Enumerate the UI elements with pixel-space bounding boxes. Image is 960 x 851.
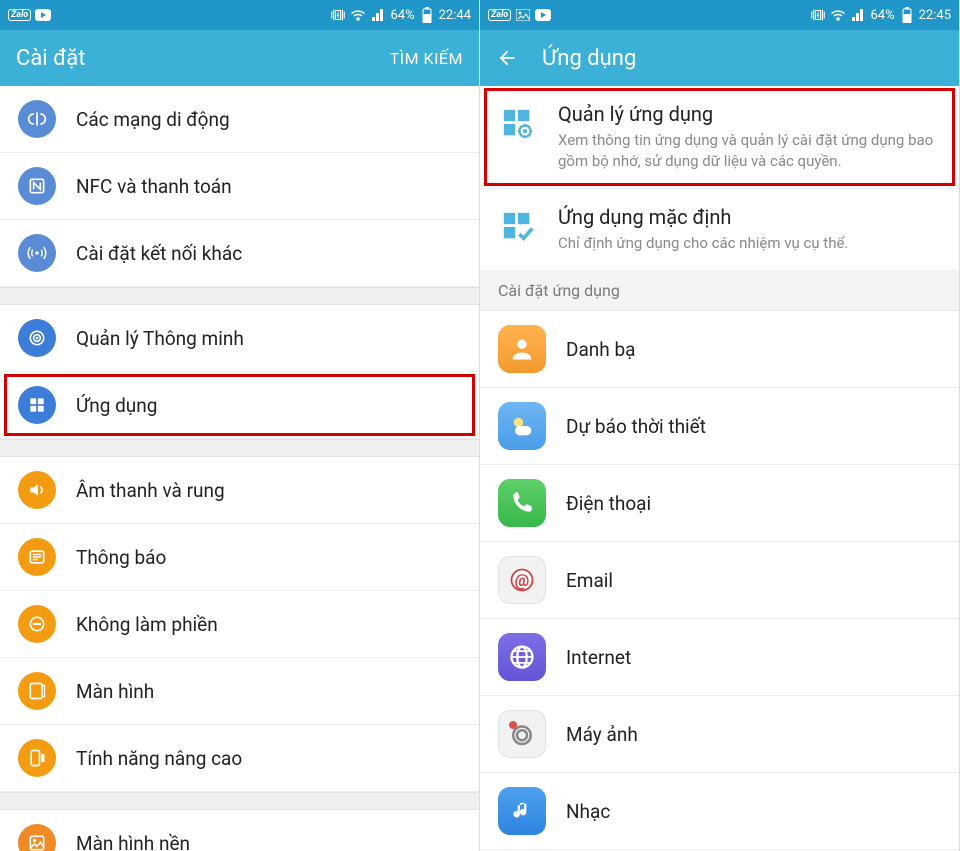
settings-item-label: NFC và thanh toán (76, 175, 232, 198)
settings-list: Các mạng di động NFC và thanh toán Cài đ… (0, 86, 479, 851)
settings-item-label: Màn hình nền (76, 832, 190, 851)
settings-item-label: Ứng dụng (76, 394, 157, 417)
app-item-label: Nhạc (566, 800, 610, 823)
music-icon (498, 787, 546, 835)
battery-icon (419, 7, 435, 23)
settings-item[interactable]: Âm thanh và rung (0, 457, 479, 524)
settings-item-label: Âm thanh và rung (76, 479, 225, 502)
app-item[interactable]: Điện thoại (480, 465, 959, 542)
settings-item[interactable]: Màn hình (0, 658, 479, 725)
status-bar: Zalo 64% 22:45 (480, 0, 959, 30)
app-item[interactable]: Máy ảnh (480, 696, 959, 773)
advanced-icon (18, 739, 56, 777)
clock-text: 22:45 (919, 8, 951, 23)
nfc-icon (18, 167, 56, 205)
app-item-label: Máy ảnh (566, 723, 638, 746)
settings-item[interactable]: Quản lý Thông minh (0, 305, 479, 372)
list-icon (18, 538, 56, 576)
zalo-icon: Zalo (488, 9, 511, 21)
wifi-icon (350, 7, 366, 23)
signal-icon (370, 7, 386, 23)
target-icon (18, 319, 56, 357)
settings-item-label: Cài đặt kết nối khác (76, 242, 242, 265)
dnd-icon (18, 605, 56, 643)
section-divider (0, 792, 479, 810)
app-item-label: Email (566, 569, 613, 592)
back-button[interactable] (496, 47, 518, 69)
search-action[interactable]: TÌM KIẾM (390, 49, 463, 68)
status-bar: Zalo 64% 22:44 (0, 0, 479, 30)
phone-icon (498, 479, 546, 527)
settings-item-label: Các mạng di động (76, 108, 230, 131)
settings-item[interactable]: Cài đặt kết nối khác (0, 220, 479, 287)
app-item[interactable]: @ Email (480, 542, 959, 619)
app-item-label: Dự báo thời thiết (566, 415, 706, 438)
app-bar: Cài đặt TÌM KIẾM (0, 30, 479, 86)
sound-icon (18, 471, 56, 509)
app-item[interactable]: Danh bạ (480, 311, 959, 388)
email-icon: @ (498, 556, 546, 604)
settings-item[interactable]: Ứng dụng (0, 372, 479, 439)
app-item[interactable]: Internet (480, 619, 959, 696)
item-title: Ứng dụng mặc định (558, 205, 941, 229)
page-title: Cài đặt (16, 46, 390, 71)
settings-item-label: Không làm phiền (76, 613, 218, 636)
signal-icon (850, 7, 866, 23)
apps-content: Quản lý ứng dụng Xem thông tin ứng dụng … (480, 86, 959, 851)
contact-icon (498, 325, 546, 373)
wifi-icon (830, 7, 846, 23)
globe-icon (498, 633, 546, 681)
settings-item[interactable]: Màn hình nền (0, 810, 479, 851)
broadcast-icon (18, 234, 56, 272)
zalo-icon: Zalo (8, 9, 31, 21)
app-bar: Ứng dụng (480, 30, 959, 86)
section-header: Cài đặt ứng dụng (480, 271, 959, 311)
screen-right: Zalo 64% 22:45 (480, 0, 960, 851)
display-icon (18, 672, 56, 710)
screen-left: Zalo 64% 22:44 Cài đặt TÌM KIẾM (0, 0, 480, 851)
page-title: Ứng dụng (542, 46, 943, 71)
battery-level: 64% (390, 8, 414, 23)
app-item-label: Internet (566, 646, 631, 669)
settings-item[interactable]: Thông báo (0, 524, 479, 591)
weather-icon (498, 402, 546, 450)
grid-check-icon (498, 207, 538, 247)
settings-item-label: Tính năng nâng cao (76, 747, 242, 770)
clock-text: 22:44 (439, 8, 471, 23)
battery-icon (899, 7, 915, 23)
item-subtitle: Xem thông tin ứng dụng và quản lý cài đặ… (558, 130, 941, 172)
camera-icon (498, 710, 546, 758)
wallpaper-icon (18, 824, 56, 851)
vibrate-icon (330, 7, 346, 23)
svg-text:@: @ (515, 571, 530, 590)
section-divider (0, 287, 479, 305)
settings-item-label: Quản lý Thông minh (76, 327, 244, 350)
app-mgmt-item[interactable]: Ứng dụng mặc định Chỉ định ứng dụng cho … (480, 189, 959, 271)
item-title: Quản lý ứng dụng (558, 102, 941, 126)
app-item[interactable]: Dự báo thời thiết (480, 388, 959, 465)
settings-item[interactable]: Các mạng di động (0, 86, 479, 153)
item-subtitle: Chỉ định ứng dụng cho các nhiệm vụ cụ th… (558, 233, 941, 254)
settings-item-label: Thông báo (76, 546, 166, 569)
antenna-icon (18, 100, 56, 138)
image-icon (515, 7, 531, 23)
youtube-icon (35, 7, 51, 23)
grid-gear-icon (498, 104, 538, 144)
app-mgmt-item[interactable]: Quản lý ứng dụng Xem thông tin ứng dụng … (480, 86, 959, 189)
settings-item-label: Màn hình (76, 680, 154, 703)
vibrate-icon (810, 7, 826, 23)
app-item[interactable]: Nhạc (480, 773, 959, 850)
settings-item[interactable]: Không làm phiền (0, 591, 479, 658)
section-divider (0, 439, 479, 457)
settings-item[interactable]: NFC và thanh toán (0, 153, 479, 220)
youtube-icon (535, 7, 551, 23)
grid-icon (18, 386, 56, 424)
app-item-label: Điện thoại (566, 492, 651, 515)
settings-item[interactable]: Tính năng nâng cao (0, 725, 479, 792)
app-item-label: Danh bạ (566, 338, 635, 361)
battery-level: 64% (870, 8, 894, 23)
